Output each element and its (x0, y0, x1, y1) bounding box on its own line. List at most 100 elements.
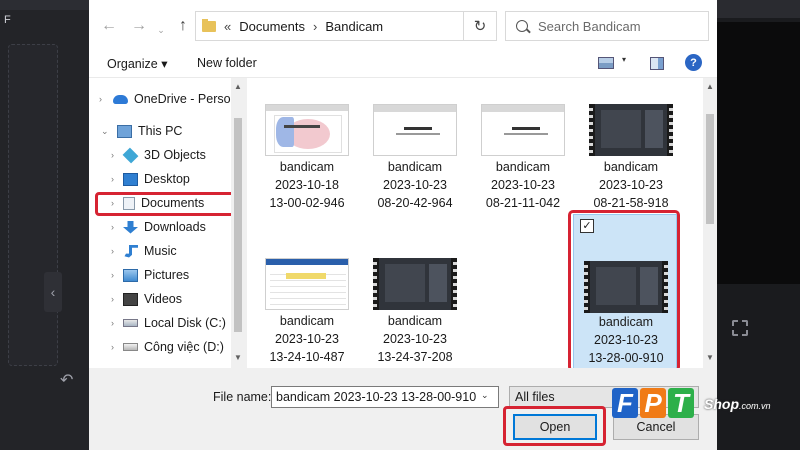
command-bar: Organize ▾ New folder ▾ ? (89, 50, 717, 78)
recent-locations-button[interactable]: ⌄ (155, 20, 167, 40)
file-list-scrollbar[interactable]: ▲ ▼ (703, 78, 717, 368)
scrollbar-thumb[interactable] (234, 118, 242, 332)
nav-item-label: Local Disk (C:) (144, 316, 226, 330)
nav-item-label: Desktop (144, 172, 190, 186)
new-folder-button[interactable]: New folder (197, 56, 257, 70)
folder-icon (202, 18, 216, 32)
scroll-up-icon[interactable]: ▲ (706, 82, 714, 91)
watermark-shop: Shop (704, 396, 739, 412)
onedrive-icon (113, 94, 128, 104)
scroll-down-icon[interactable]: ▼ (234, 353, 242, 362)
expand-chevron-icon[interactable]: › (111, 270, 114, 280)
file-name-dropdown[interactable]: ⌄ (481, 390, 489, 401)
file-date: 2023-10-23 (383, 178, 447, 192)
watermark-text: Shop.com.vn (704, 396, 771, 412)
background-app-top-strip (0, 0, 92, 10)
nav-item-label: 3D Objects (144, 148, 206, 162)
file-time: 08-21-58-918 (593, 196, 669, 210)
selected-file-highlight-box (568, 210, 680, 372)
file-tile[interactable]: bandicam 2023-10-23 08-21-11-042 (471, 94, 575, 238)
file-tile[interactable]: bandicam 2023-10-23 08-20-42-964 (363, 94, 467, 238)
scrollbar-thumb[interactable] (706, 114, 714, 224)
watermark-domain: .com.vn (739, 401, 771, 411)
file-date: 2023-10-23 (383, 332, 447, 346)
expand-chevron-icon[interactable]: › (111, 150, 114, 160)
organize-button[interactable]: Organize ▾ (107, 56, 167, 71)
file-thumbnail (481, 104, 565, 156)
scroll-up-icon[interactable]: ▲ (234, 82, 242, 91)
file-list: bandicam 2023-10-18 13-00-02-946 bandica… (247, 78, 717, 372)
documents-highlight-box (95, 192, 239, 216)
3d-objects-icon (122, 147, 139, 163)
search-placeholder: Search Bandicam (538, 18, 641, 34)
file-name: bandicam (387, 314, 443, 328)
up-button[interactable]: ↑ (173, 16, 193, 36)
help-icon[interactable]: ? (685, 54, 702, 71)
background-app-label: F (4, 14, 11, 26)
forward-button[interactable]: → (129, 16, 149, 36)
nav-item-label: This PC (138, 124, 183, 138)
watermark-letter: T (668, 388, 694, 418)
file-name-input[interactable]: bandicam 2023-10-23 13-28-00-910 (271, 386, 499, 408)
view-options-dropdown[interactable]: ▾ (622, 55, 626, 64)
change-view-icon[interactable] (598, 57, 614, 69)
file-date: 2023-10-23 (599, 178, 663, 192)
breadcrumb-bandicam[interactable]: Bandicam (325, 19, 383, 34)
background-app-preview (716, 22, 800, 284)
collapse-panel-button[interactable]: ‹ (44, 272, 62, 312)
desktop-icon (123, 172, 138, 186)
disk-icon (123, 319, 138, 327)
scroll-down-icon[interactable]: ▼ (706, 353, 714, 362)
expand-chevron-icon[interactable]: › (111, 246, 114, 256)
file-name: bandicam (603, 160, 659, 174)
downloads-icon (123, 220, 138, 234)
file-name: bandicam (279, 314, 335, 328)
nav-item-label: Công việc (D:) (144, 340, 224, 354)
watermark-letter: F (612, 388, 638, 418)
file-name: bandicam (495, 160, 551, 174)
file-time: 13-24-37-208 (377, 350, 453, 364)
file-thumbnail (265, 258, 349, 310)
video-thumbnail (373, 258, 457, 310)
breadcrumb-overflow[interactable]: « (224, 19, 231, 34)
navigation-pane: › OneDrive - Person ⌄ This PC › 3D Objec… (89, 78, 245, 368)
nav-item-label: OneDrive - Person (134, 92, 238, 106)
search-input[interactable]: Search Bandicam (505, 11, 709, 41)
file-time: 13-24-10-487 (269, 350, 345, 364)
file-date: 2023-10-23 (491, 178, 555, 192)
expand-chevron-icon[interactable]: › (111, 222, 114, 232)
file-tile[interactable]: bandicam 2023-10-18 13-00-02-946 (255, 94, 359, 238)
file-name: bandicam (387, 160, 443, 174)
nav-item-label: Videos (144, 292, 182, 306)
expand-chevron-icon[interactable]: › (111, 174, 114, 184)
file-date: 2023-10-18 (275, 178, 339, 192)
file-name: bandicam (279, 160, 335, 174)
back-button[interactable]: ← (99, 16, 119, 36)
expanded-chevron-icon[interactable]: ⌄ (101, 126, 109, 137)
open-button-highlight-box (503, 406, 606, 446)
refresh-button[interactable]: ↻ (463, 11, 497, 41)
undo-icon[interactable]: ↶ (60, 370, 73, 390)
expand-chevron-icon[interactable]: › (111, 294, 114, 304)
nav-item-label: Downloads (144, 220, 206, 234)
expand-chevron-icon[interactable]: › (111, 342, 114, 352)
file-time: 08-21-11-042 (485, 196, 561, 210)
expand-chevron-icon[interactable]: › (99, 94, 102, 104)
breadcrumb-documents[interactable]: Documents (239, 19, 305, 34)
fullscreen-icon[interactable] (732, 320, 748, 336)
search-icon (516, 20, 528, 32)
open-file-dialog: ← → ⌄ ↑ « Documents › Bandicam ↻ Search … (89, 0, 717, 450)
disk-icon (123, 343, 138, 351)
breadcrumb-separator[interactable]: › (313, 19, 317, 34)
file-thumbnail (373, 104, 457, 156)
file-time: 08-20-42-964 (377, 196, 453, 210)
background-app-top-bar (716, 0, 800, 18)
expand-chevron-icon[interactable]: › (111, 318, 114, 328)
navigation-scrollbar[interactable]: ▲ ▼ (231, 78, 245, 368)
nav-item-label: Music (144, 244, 177, 258)
file-date: 2023-10-23 (275, 332, 339, 346)
file-thumbnail (265, 104, 349, 156)
address-bar[interactable]: « Documents › Bandicam (195, 11, 497, 41)
preview-pane-icon[interactable] (650, 57, 664, 70)
nav-item-label: Pictures (144, 268, 190, 282)
